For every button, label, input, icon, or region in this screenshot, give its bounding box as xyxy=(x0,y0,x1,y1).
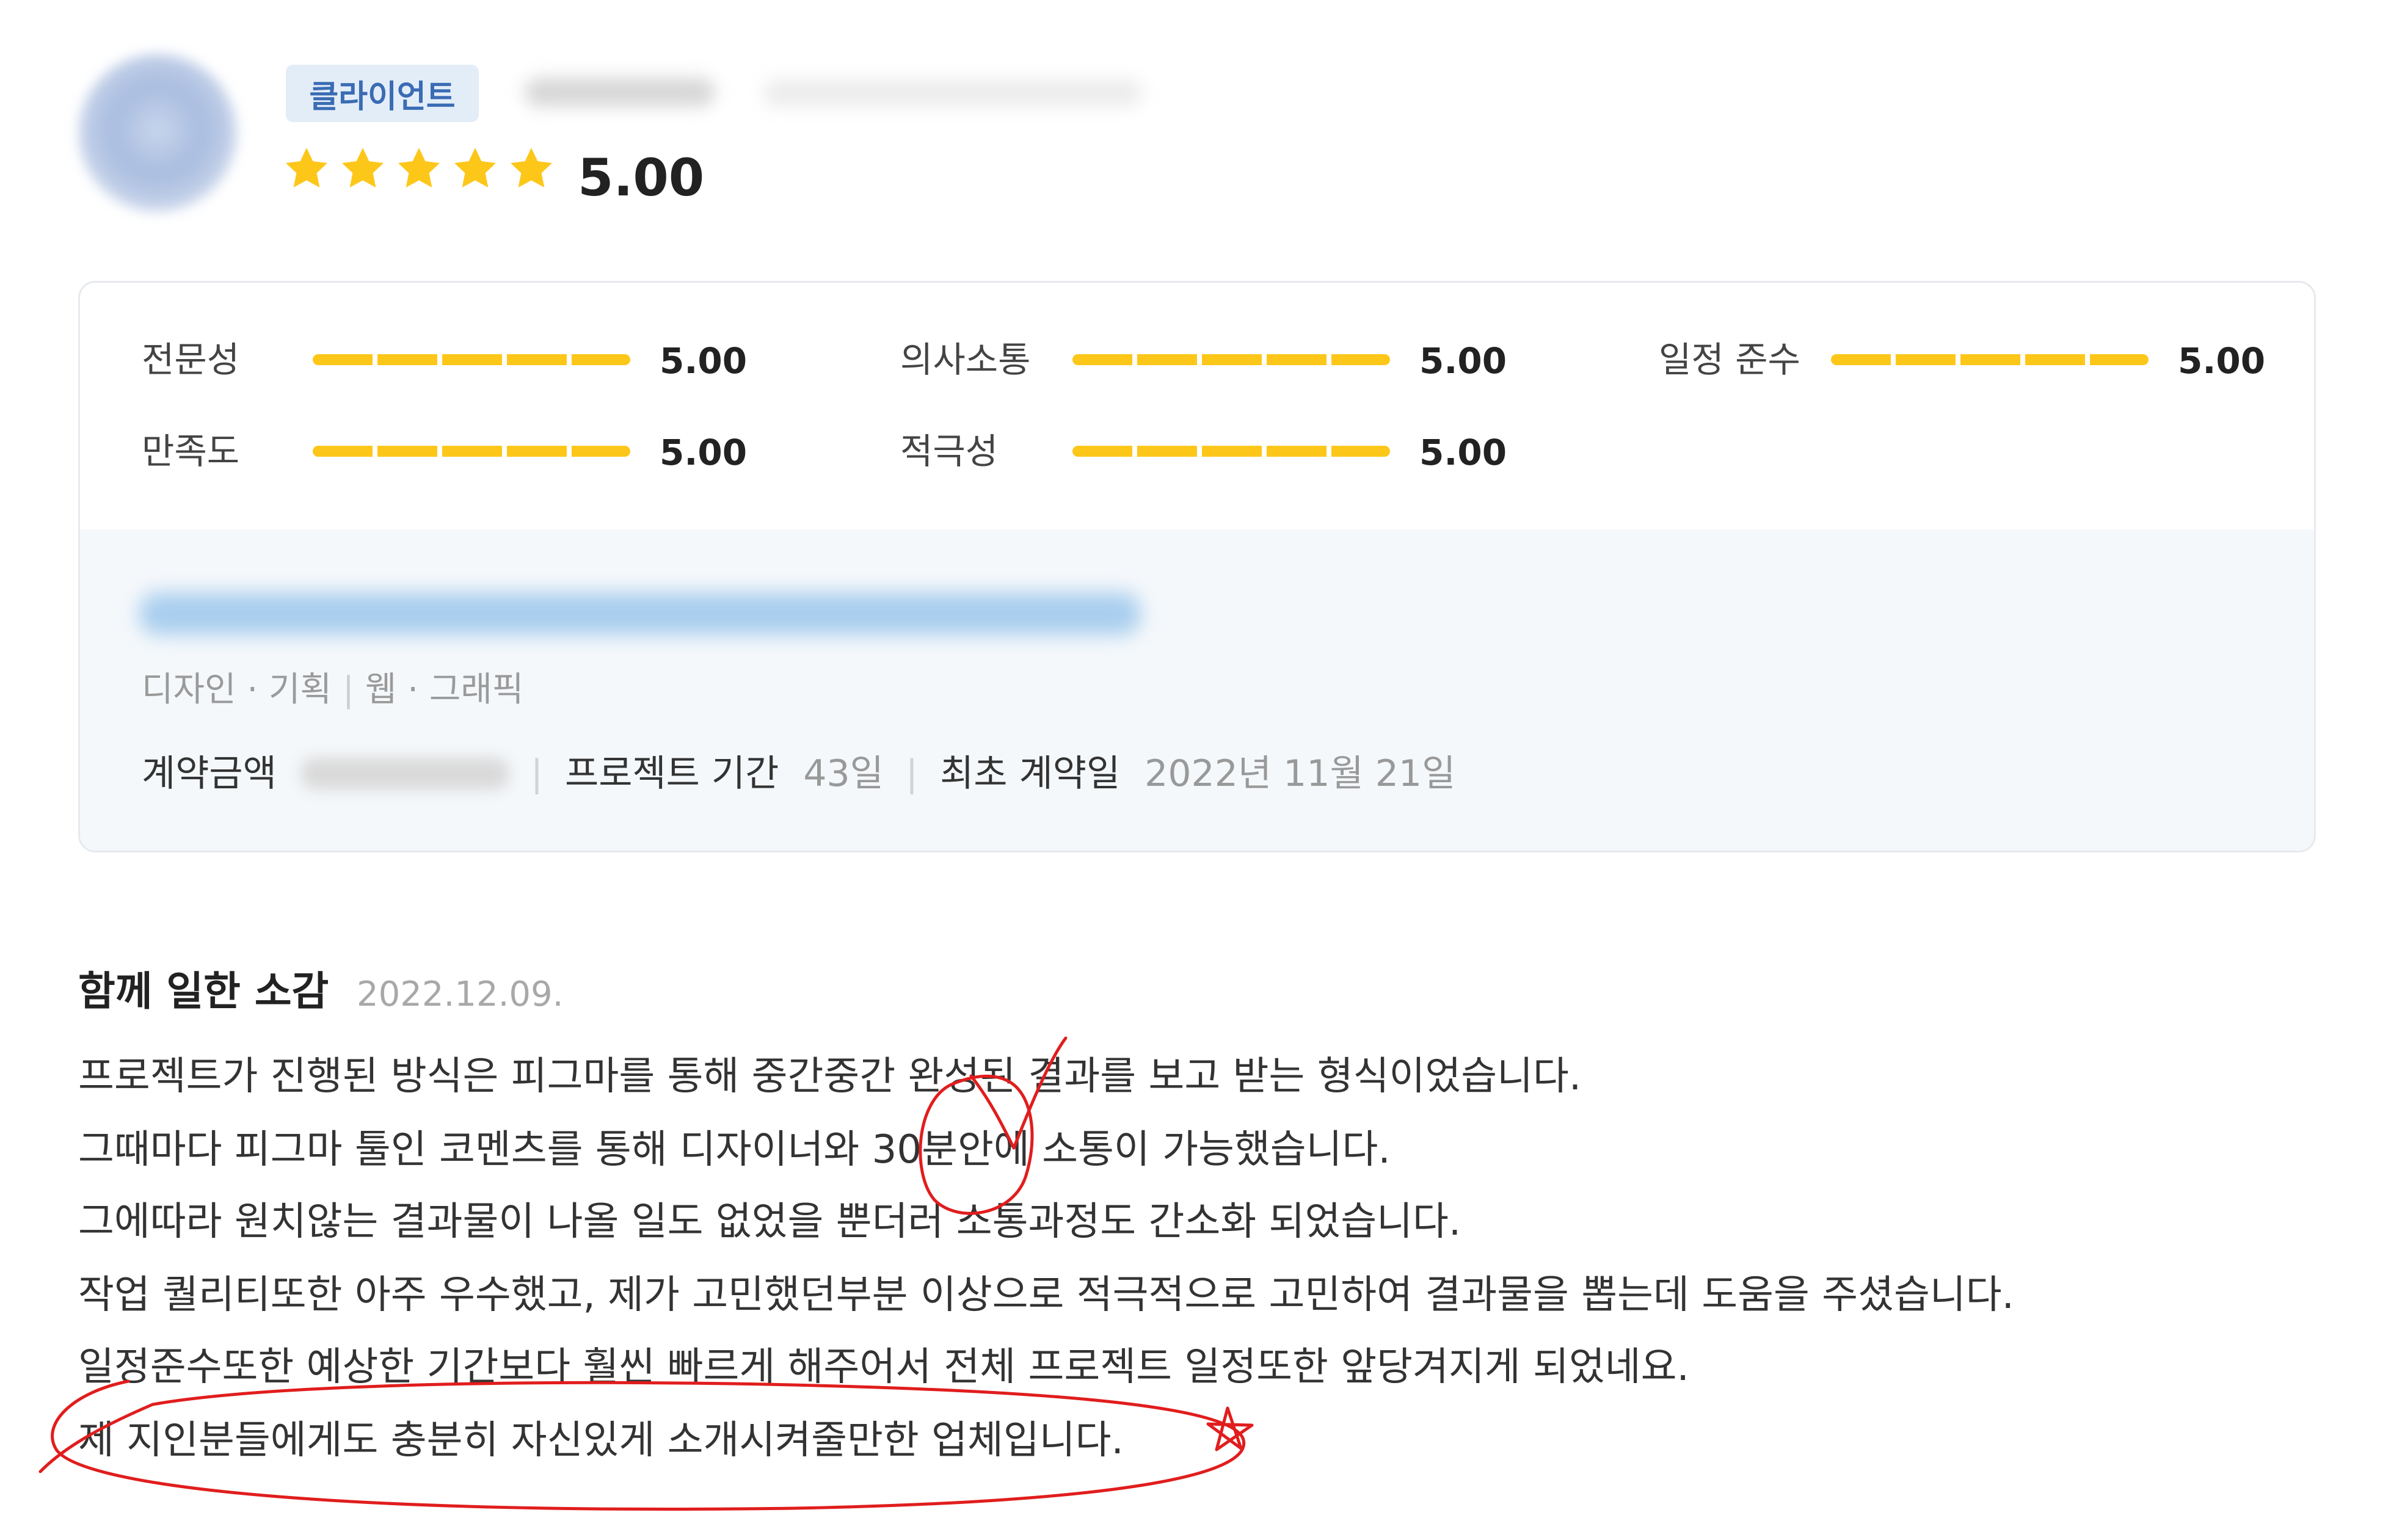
review-line: 일정준수또한 예상한 기간보다 훨씬 빠르게 해주어서 전체 프로젝트 일정또한… xyxy=(78,1345,1689,1390)
criterion-bar-expertise xyxy=(313,354,630,365)
star-icon xyxy=(511,148,552,187)
review-title: 함께 일한 소감 xyxy=(78,968,329,1015)
blurred-username xyxy=(525,78,715,106)
criterion-value-proactiveness: 5.00 xyxy=(1419,432,1507,473)
avatar xyxy=(78,54,237,212)
criterion-label-proactiveness: 적극성 xyxy=(900,430,999,472)
criterion-value-satisfaction: 5.00 xyxy=(660,432,748,473)
project-subcategory: 웹 · 그래픽 xyxy=(365,670,524,710)
review-line: 그에따라 원치않는 결과물이 나올 일도 없었을 뿐더러 소통과정도 간소화 되… xyxy=(78,1199,1461,1244)
blurred-contract-amount xyxy=(300,758,509,790)
category-divider: | xyxy=(343,670,354,710)
star-rating xyxy=(282,144,556,193)
criterion-value-schedule: 5.00 xyxy=(2178,340,2266,382)
contract-info: 계약금액 | 프로젝트 기간 43일 | 최초 계약일 2022년 11월 21… xyxy=(142,746,1455,801)
project-category: 디자인 · 기획 xyxy=(142,670,332,710)
project-period-value: 43일 xyxy=(803,752,884,795)
blurred-user-meta xyxy=(763,79,1142,106)
review-line: 작업 퀄리티또한 아주 우수했고, 제가 고민했던부분 이상으로 적극적으로 고… xyxy=(78,1273,2014,1318)
star-icon xyxy=(286,148,327,187)
project-period-label: 프로젝트 기간 xyxy=(565,752,779,795)
star-annotation-icon xyxy=(1206,1406,1254,1451)
info-divider: | xyxy=(530,752,544,795)
star-icon xyxy=(342,148,384,187)
criterion-value-expertise: 5.00 xyxy=(660,340,748,382)
overall-rating-value: 5.00 xyxy=(578,148,705,208)
review-line: 그때마다 피그마 툴인 코멘츠를 통해 디자이너와 30분안에 소통이 가능했습… xyxy=(78,1127,1391,1172)
criterion-label-satisfaction: 만족도 xyxy=(142,430,240,472)
review-line: 제 지인분들에게도 충분히 자신있게 소개시켜줄만한 업체입니다. xyxy=(78,1418,1124,1463)
criterion-bar-communication xyxy=(1072,354,1390,365)
info-divider: | xyxy=(905,752,919,795)
star-icon xyxy=(398,148,440,187)
project-categories: 디자인 · 기획 | 웹 · 그래픽 xyxy=(142,666,523,714)
criterion-label-communication: 의사소통 xyxy=(900,339,1031,380)
blurred-project-title[interactable] xyxy=(139,592,1141,635)
criterion-label-expertise: 전문성 xyxy=(142,339,240,380)
client-badge: 클라이언트 xyxy=(286,65,479,122)
contract-amount-label: 계약금액 xyxy=(142,752,277,795)
criterion-bar-proactiveness xyxy=(1072,446,1390,457)
criterion-bar-schedule xyxy=(1831,354,2149,365)
review-date: 2022.12.09. xyxy=(357,975,564,1014)
criterion-bar-satisfaction xyxy=(313,446,630,457)
review-line: 프로젝트가 진행된 방식은 피그마를 통해 중간중간 완성된 결과를 보고 받는… xyxy=(78,1054,1582,1099)
star-icon xyxy=(454,148,496,187)
first-contract-value: 2022년 11월 21일 xyxy=(1145,752,1456,795)
first-contract-label: 최초 계약일 xyxy=(940,752,1121,795)
criterion-label-schedule: 일정 준수 xyxy=(1659,339,1800,380)
criterion-value-communication: 5.00 xyxy=(1419,340,1507,382)
